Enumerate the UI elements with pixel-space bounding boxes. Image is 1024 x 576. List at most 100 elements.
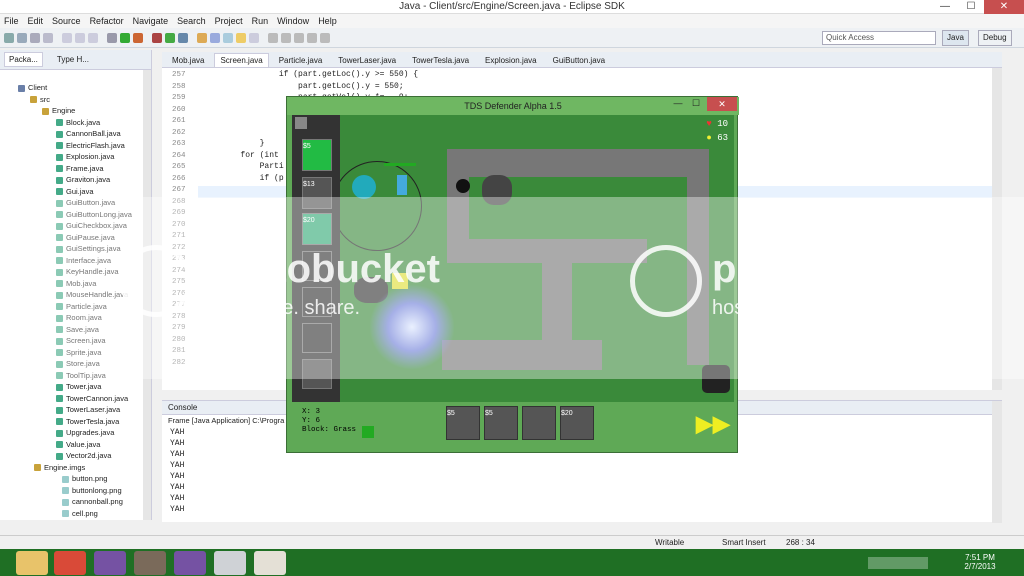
redo-icon[interactable] xyxy=(88,32,98,43)
game-close-button[interactable]: ✕ xyxy=(707,97,737,111)
back-icon[interactable] xyxy=(294,32,304,43)
tree-item[interactable]: CannonBall.java xyxy=(0,128,152,140)
tree-item[interactable]: Engine xyxy=(0,105,152,117)
menu-run[interactable]: Run xyxy=(252,16,269,26)
tree-item[interactable]: button.png xyxy=(0,473,152,485)
tree-item[interactable]: TowerCannon.java xyxy=(0,393,152,405)
close-button[interactable]: ✕ xyxy=(984,0,1024,14)
external-tools-icon[interactable] xyxy=(133,32,143,43)
tree-item[interactable]: Upgrades.java xyxy=(0,427,152,439)
game-minimize-button[interactable]: — xyxy=(671,98,685,110)
quick-access-input[interactable]: Quick Access xyxy=(822,31,936,45)
save-icon[interactable] xyxy=(17,32,27,43)
menu-navigate[interactable]: Navigate xyxy=(133,16,169,26)
java-file-icon xyxy=(56,441,63,449)
menu-source[interactable]: Source xyxy=(52,16,81,26)
pin-icon[interactable] xyxy=(320,32,330,43)
code-line: part.getLoc().y = 550; xyxy=(202,81,404,91)
tab-particle[interactable]: Particle.java xyxy=(273,53,329,67)
tree-item[interactable]: buttonlong.png xyxy=(0,485,152,497)
java-file-icon xyxy=(56,165,63,173)
clock[interactable]: 7:51 PM 2/7/2013 xyxy=(956,553,1004,571)
package-explorer-tab[interactable]: Packa... xyxy=(4,52,43,67)
tab-towerlaser[interactable]: TowerLaser.java xyxy=(332,53,402,67)
tree-item[interactable]: Block.java xyxy=(0,117,152,129)
fast-forward-button[interactable]: ▶▶ xyxy=(696,408,730,440)
new-java-project-icon[interactable] xyxy=(152,32,162,43)
file-explorer-icon[interactable] xyxy=(16,551,48,575)
gimp-icon[interactable] xyxy=(134,551,166,575)
run-icon[interactable] xyxy=(120,32,130,43)
tree-item[interactable]: Engine.imgs xyxy=(0,462,152,474)
search-icon[interactable] xyxy=(210,32,220,43)
print-icon[interactable] xyxy=(43,32,53,43)
tray-icons[interactable] xyxy=(868,557,928,569)
upgrade-damage-button[interactable]: $5 xyxy=(484,406,518,440)
console-tab[interactable]: Console xyxy=(168,403,197,412)
package-icon xyxy=(30,96,37,104)
tree-item[interactable]: TowerTesla.java xyxy=(0,416,152,428)
maximize-button[interactable]: ☐ xyxy=(958,0,984,14)
coin-icon: ● xyxy=(706,133,712,143)
game-maximize-button[interactable]: ☐ xyxy=(689,98,703,110)
annotation-icon[interactable] xyxy=(268,32,278,43)
type-hierarchy-tab[interactable]: Type H... xyxy=(57,55,89,64)
console-scrollbar[interactable] xyxy=(992,401,1002,523)
debug-icon[interactable] xyxy=(107,32,117,43)
menu-file[interactable]: File xyxy=(4,16,19,26)
eclipse-alt-icon[interactable] xyxy=(174,551,206,575)
sell-tower-button[interactable]: $20 xyxy=(560,406,594,440)
chrome-icon[interactable] xyxy=(54,551,86,575)
perspective-debug[interactable]: Debug xyxy=(978,30,1012,46)
image-file-icon xyxy=(62,510,69,518)
tree-item[interactable]: Tower.java xyxy=(0,381,152,393)
eclipse-icon[interactable] xyxy=(94,551,126,575)
window-title-bar: Java - Client/src/Engine/Screen.java - E… xyxy=(0,0,1024,14)
menu-help[interactable]: Help xyxy=(318,16,337,26)
menu-search[interactable]: Search xyxy=(177,16,206,26)
new-icon[interactable] xyxy=(4,32,14,43)
tree-item[interactable]: ElectricFlash.java xyxy=(0,140,152,152)
prev-edit-icon[interactable] xyxy=(281,32,291,43)
menu-icon[interactable] xyxy=(295,117,307,129)
menu-edit[interactable]: Edit xyxy=(28,16,44,26)
tab-explosion[interactable]: Explosion.java xyxy=(479,53,543,67)
java-icon[interactable] xyxy=(254,551,286,575)
program-icon[interactable] xyxy=(214,551,246,575)
perspective-java[interactable]: Java xyxy=(942,30,969,46)
tree-item[interactable]: Graviton.java xyxy=(0,174,152,186)
tree-item[interactable]: Vector2d.java xyxy=(0,450,152,462)
tree-item[interactable]: src xyxy=(0,94,152,106)
show-whitespace-icon[interactable] xyxy=(249,32,259,43)
minimize-button[interactable]: — xyxy=(932,0,958,14)
highlight-icon[interactable] xyxy=(236,32,246,43)
menu-project[interactable]: Project xyxy=(215,16,243,26)
line-number: 257 xyxy=(172,71,186,79)
tower-slot-laser[interactable]: $5 xyxy=(302,139,332,171)
tab-mob[interactable]: Mob.java xyxy=(166,53,210,67)
open-folder-icon[interactable] xyxy=(197,32,207,43)
tree-item[interactable]: cell.png xyxy=(0,508,152,520)
toggle-mark-icon[interactable] xyxy=(223,32,233,43)
tab-guibutton[interactable]: GuiButton.java xyxy=(547,53,611,67)
tab-screen[interactable]: Screen.java xyxy=(214,53,269,67)
java-file-icon xyxy=(56,188,63,196)
upgrade-speed-button[interactable] xyxy=(522,406,556,440)
tree-item[interactable]: Explosion.java xyxy=(0,151,152,163)
tree-item[interactable]: Client xyxy=(0,82,152,94)
tree-item[interactable]: Gui.java xyxy=(0,186,152,198)
menu-window[interactable]: Window xyxy=(277,16,309,26)
undo-icon[interactable] xyxy=(75,32,85,43)
tree-item[interactable]: Value.java xyxy=(0,439,152,451)
new-class-icon[interactable] xyxy=(165,32,175,43)
tree-item[interactable]: TowerLaser.java xyxy=(0,404,152,416)
menu-refactor[interactable]: Refactor xyxy=(90,16,124,26)
tab-towertesla[interactable]: TowerTesla.java xyxy=(406,53,475,67)
tree-item[interactable]: cannonball.png xyxy=(0,496,152,508)
forward-icon[interactable] xyxy=(307,32,317,43)
tree-item[interactable]: Frame.java xyxy=(0,163,152,175)
open-type-icon[interactable] xyxy=(178,32,188,43)
upgrade-range-button[interactable]: $5 xyxy=(446,406,480,440)
cut-icon[interactable] xyxy=(62,32,72,43)
save-all-icon[interactable] xyxy=(30,32,40,43)
